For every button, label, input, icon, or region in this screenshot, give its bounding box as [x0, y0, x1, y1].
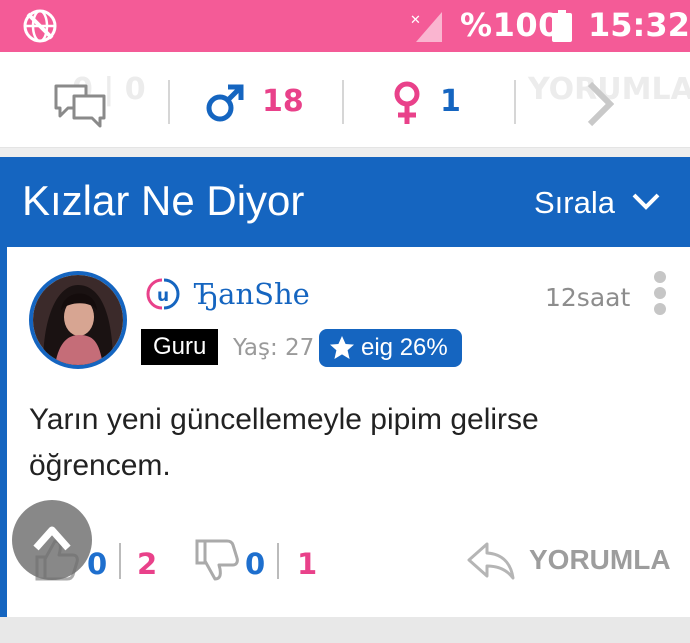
action-bar: 0 | 0 YORUMLA 18 1	[0, 52, 690, 148]
eig-value: eig 26%	[361, 334, 448, 361]
no-network-globe-icon	[23, 9, 57, 43]
rank-badge: Guru	[141, 329, 219, 365]
male-icon[interactable]	[204, 82, 246, 124]
section-header: Kızlar Ne Diyor Sırala	[0, 157, 690, 247]
section-title: Kızlar Ne Diyor	[22, 177, 305, 224]
post-card: u ЂanShe 12saat Guru Yaş: 27 eig 26% Yar…	[0, 247, 690, 617]
status-bar: ✕ %100 15:32	[0, 0, 690, 52]
dislike-count-pink: 1	[297, 547, 318, 581]
post-body: Yarın yeni güncellemeyle pipim gelirse ö…	[29, 403, 539, 482]
post-actions: 0 2 0 1 YORUMLA	[7, 537, 690, 587]
divider	[168, 80, 170, 124]
eig-badge: eig 26%	[319, 329, 462, 367]
clock: 15:32	[588, 6, 690, 44]
divider	[342, 80, 344, 124]
battery-percent: %100	[460, 6, 561, 44]
divider	[514, 80, 516, 124]
reply-arrow-icon	[467, 542, 515, 580]
reply-label: YORUMLA	[529, 544, 671, 575]
like-count-pink: 2	[137, 547, 158, 581]
user-age: Yaş: 27	[233, 335, 315, 361]
thumbs-down-icon[interactable]	[193, 539, 241, 583]
battery-icon	[552, 10, 572, 42]
female-icon[interactable]	[392, 80, 422, 126]
comments-icon[interactable]	[52, 82, 108, 128]
user-level-icon: u	[146, 278, 180, 310]
divider	[277, 543, 279, 579]
svg-text:u: u	[157, 286, 169, 306]
svg-text:✕: ✕	[410, 13, 421, 28]
post-time: 12saat	[545, 283, 631, 312]
dislike-count-blue: 0	[245, 547, 266, 581]
reply-button[interactable]: YORUMLA	[465, 537, 671, 583]
bottom-strip	[0, 617, 690, 643]
avatar[interactable]	[29, 271, 127, 369]
scroll-top-button[interactable]	[12, 500, 92, 580]
male-count: 18	[262, 84, 304, 119]
star-icon	[330, 336, 354, 359]
divider	[119, 543, 121, 579]
chevron-right-icon[interactable]	[584, 80, 614, 128]
female-count: 1	[440, 84, 461, 119]
signal-icon: ✕	[410, 12, 442, 42]
more-options-icon[interactable]	[651, 271, 669, 315]
avatar-photo-icon	[33, 275, 123, 365]
sort-button[interactable]: Sırala	[534, 185, 615, 221]
chevron-up-icon	[33, 526, 71, 551]
chevron-down-icon[interactable]	[630, 189, 662, 213]
username[interactable]: ЂanShe	[195, 277, 310, 311]
